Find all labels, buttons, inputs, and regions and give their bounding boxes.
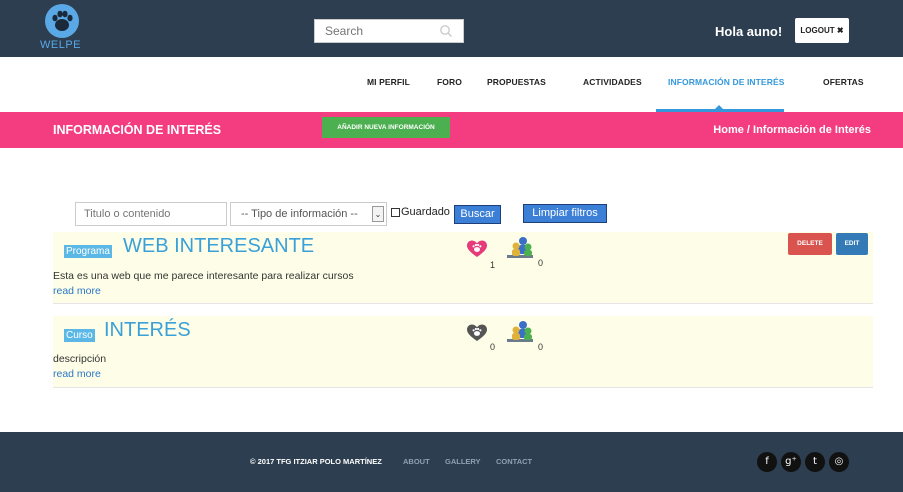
footer-link-contact[interactable]: CONTACT xyxy=(496,457,532,466)
search-input[interactable] xyxy=(315,20,435,42)
nav-item-actividades[interactable]: ACTIVIDADES xyxy=(583,77,642,87)
nav-item-propuestas[interactable]: PROPUESTAS xyxy=(487,77,546,87)
info-type-select-value: -- Tipo de información -- xyxy=(241,208,358,220)
info-type-select[interactable]: -- Tipo de información -- ⌄ xyxy=(230,202,387,226)
card-description: descripción xyxy=(53,353,107,365)
info-card: Curso INTERÉS 0 0 descripción read more xyxy=(53,316,873,388)
read-more-link[interactable]: read more xyxy=(53,368,101,380)
footer: © 2017 TFG ITZIAR POLO MARTÍNEZ ABOUT GA… xyxy=(0,432,903,492)
info-card: Programa WEB INTERESANTE 1 0 DELETE EDIT… xyxy=(53,232,873,304)
title-content-filter-input[interactable] xyxy=(75,202,227,226)
dribbble-icon[interactable]: ◎ xyxy=(829,452,849,472)
search-icon[interactable] xyxy=(439,24,453,38)
page-title: INFORMACIÓN DE INTERÉS xyxy=(53,123,222,137)
likes-count: 0 xyxy=(490,342,496,352)
participants-icon[interactable] xyxy=(507,236,537,262)
card-title[interactable]: WEB INTERESANTE xyxy=(123,235,314,258)
nav-item-mi-perfil[interactable]: MI PERFIL xyxy=(367,77,410,87)
logo-text: WELPE xyxy=(40,39,82,51)
like-paw-icon[interactable] xyxy=(467,324,487,342)
participants-icon[interactable] xyxy=(507,320,537,346)
category-badge: Curso xyxy=(64,329,95,342)
delete-button[interactable]: DELETE xyxy=(788,233,832,255)
logo[interactable]: WELPE xyxy=(40,4,86,54)
page: WELPE Hola auno! LOGOUT ✖ MI PERFIL FORO… xyxy=(0,0,903,492)
participants-count: 0 xyxy=(538,258,544,268)
participants-count: 0 xyxy=(538,342,544,352)
google-plus-icon[interactable]: g⁺ xyxy=(781,452,801,472)
nav-item-informacion-de-interes[interactable]: INFORMACIÓN DE INTERÉS xyxy=(668,77,784,87)
copyright-text: © 2017 TFG ITZIAR POLO MARTÍNEZ xyxy=(250,457,382,466)
top-header: WELPE Hola auno! LOGOUT ✖ xyxy=(0,0,903,57)
card-description: Esta es una web que me parece interesant… xyxy=(53,270,354,282)
footer-link-gallery[interactable]: GALLERY xyxy=(445,457,481,466)
search-button[interactable]: Buscar xyxy=(454,205,501,224)
logout-button[interactable]: LOGOUT ✖ xyxy=(795,18,849,43)
paw-logo-icon xyxy=(45,4,79,38)
breadcrumb[interactable]: Home / Información de Interés xyxy=(713,124,871,136)
category-badge: Programa xyxy=(64,245,112,258)
read-more-link[interactable]: read more xyxy=(53,285,101,297)
clear-filters-button[interactable]: Limpiar filtros xyxy=(523,204,607,223)
search-box xyxy=(314,19,464,43)
card-title[interactable]: INTERÉS xyxy=(104,319,191,342)
likes-count: 1 xyxy=(490,260,496,270)
nav-item-foro[interactable]: FORO xyxy=(437,77,462,87)
nav-item-ofertas[interactable]: OFERTAS xyxy=(823,77,864,87)
section-header-bar: INFORMACIÓN DE INTERÉS Home / Informació… xyxy=(0,112,903,148)
greeting: Hola auno! xyxy=(715,24,783,39)
chevron-down-icon: ⌄ xyxy=(372,206,384,222)
footer-link-about[interactable]: ABOUT xyxy=(403,457,430,466)
saved-checkbox[interactable] xyxy=(391,208,400,217)
main-nav: MI PERFIL FORO PROPUESTAS ACTIVIDADES IN… xyxy=(0,57,903,112)
edit-button[interactable]: EDIT xyxy=(836,233,868,255)
saved-checkbox-label: Guardado xyxy=(401,206,450,218)
like-paw-icon[interactable] xyxy=(467,240,487,258)
add-information-button[interactable]: AÑADIR NUEVA INFORMACIÓN xyxy=(322,117,450,138)
twitter-icon[interactable]: t xyxy=(805,452,825,472)
facebook-icon[interactable]: f xyxy=(757,452,777,472)
